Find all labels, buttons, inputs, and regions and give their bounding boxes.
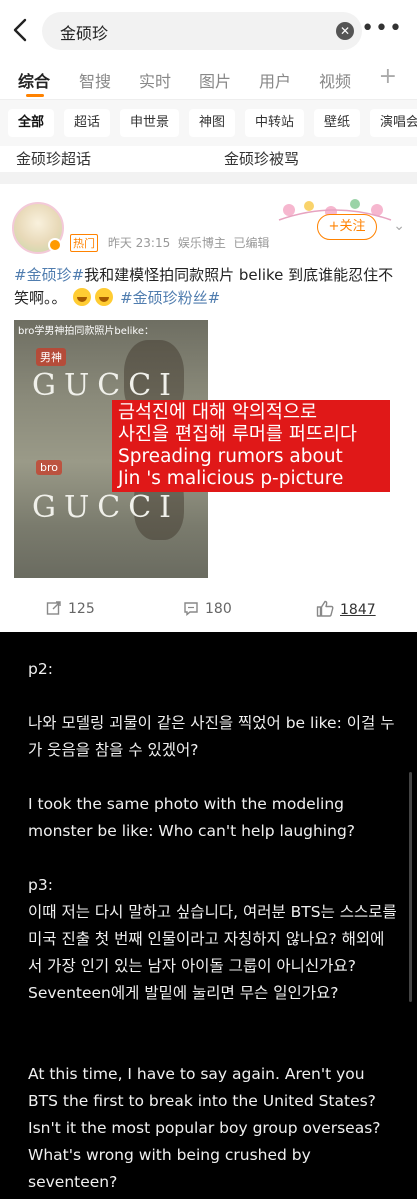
p3-heading: p3: — [28, 876, 53, 894]
tab-videos[interactable]: 视频 — [319, 68, 351, 92]
related-links: 金硕珍超话 金硕珍被骂 — [0, 146, 417, 172]
back-arrow-icon[interactable] — [10, 16, 32, 44]
section-divider — [0, 172, 417, 184]
tab-realtime[interactable]: 实时 — [139, 68, 171, 92]
repost-count: 125 — [68, 601, 95, 617]
like-count: 1847 — [340, 602, 376, 618]
repost-icon — [46, 601, 61, 615]
p3-english: At this time, I have to say again. Aren'… — [28, 1065, 381, 1191]
search-input[interactable]: 金硕珍 ✕ — [42, 12, 362, 50]
related-link-supertopic[interactable]: 金硕珍超话 — [16, 148, 91, 169]
chip-god-image[interactable]: 神图 — [189, 109, 236, 137]
p2-korean: 나와 모델링 괴물이 같은 사진을 찍었어 be like: 이걸 누가 웃음을… — [28, 714, 395, 759]
image-caption: bro学男神拍同款照片belike： — [18, 326, 155, 337]
overlay-line: 사진을 편집해 루머를 퍼뜨리다 — [118, 424, 357, 445]
image-label: 男神 — [36, 348, 66, 366]
hot-tag: 热门 — [70, 234, 98, 252]
chevron-down-icon[interactable]: ⌄ — [393, 218, 405, 234]
follow-button[interactable]: +关注 — [317, 214, 377, 240]
clear-icon[interactable]: ✕ — [336, 22, 354, 40]
comment-button[interactable]: 180 — [183, 600, 232, 617]
brand-text: GUCCI — [32, 490, 180, 525]
add-tab-icon[interactable]: + — [379, 64, 397, 89]
scrollbar[interactable] — [409, 772, 412, 1002]
tab-users[interactable]: 用户 — [259, 68, 291, 92]
brand-text: GUCCI — [32, 368, 180, 403]
chip-relay[interactable]: 中转站 — [245, 109, 305, 137]
overlay-line: Jin 's malicious p-picture — [118, 468, 344, 489]
translation-panel: p2: 나와 모델링 괴물이 같은 사진을 찍었어 be like: 이걸 누가… — [0, 632, 417, 1199]
post-card: 热门 昨天 23:15 娱乐博主 已编辑 +关注 ⌄ #金硕珍#我和建模怪拍同款… — [0, 184, 417, 632]
laughing-emoji-icon — [95, 288, 114, 306]
post-actions: 125 180 1847 — [0, 594, 417, 624]
edited-label: 已编辑 — [233, 236, 270, 250]
thumbs-up-icon — [316, 600, 334, 617]
related-link-criticized[interactable]: 金硕珍被骂 — [224, 148, 299, 169]
more-options-icon[interactable]: ••• — [361, 18, 403, 40]
laughing-emoji-icon — [73, 288, 92, 306]
search-header: 金硕珍 ✕ ••• — [0, 0, 417, 60]
search-tabs: 综合 智搜 实时 图片 用户 视频 + — [0, 60, 417, 100]
p2-heading: p2: — [28, 660, 53, 678]
hashtag-link[interactable]: #金硕珍# — [14, 266, 84, 284]
p2-english: I took the same photo with the modeling … — [28, 795, 356, 840]
chip-shin-sekyung[interactable]: 申世景 — [120, 109, 180, 137]
chip-concert[interactable]: 演唱会 — [370, 109, 417, 137]
like-button[interactable]: 1847 — [316, 600, 376, 618]
tab-comprehensive[interactable]: 综合 — [18, 68, 50, 92]
verified-badge-icon — [48, 238, 62, 252]
search-query[interactable]: 金硕珍 — [60, 20, 108, 44]
chip-supertopic[interactable]: 超话 — [64, 109, 111, 137]
filter-chips: 全部 超话 申世景 神图 中转站 壁纸 演唱会 — [0, 100, 417, 146]
p3-korean: 이때 저는 다시 말하고 싶습니다, 여러분 BTS는 스스로를 미국 진출 첫… — [28, 903, 397, 1002]
chip-all[interactable]: 全部 — [8, 109, 55, 137]
post-time: 昨天 23:15 — [107, 236, 171, 250]
overlay-line: 금석진에 대해 악의적으로 — [118, 402, 317, 423]
post-body: #金硕珍#我和建模怪拍同款照片 belike 到底谁能忍住不笑啊。。 #金硕珍粉… — [14, 264, 406, 310]
tab-images[interactable]: 图片 — [199, 68, 231, 92]
active-tab-indicator — [26, 94, 44, 97]
overlay-line: Spreading rumors about — [118, 446, 343, 467]
translation-overlay: 금석진에 대해 악의적으로 사진을 편집해 루머를 퍼뜨리다 Spreading… — [112, 400, 390, 492]
repost-button[interactable]: 125 — [46, 600, 95, 617]
comment-count: 180 — [205, 601, 232, 617]
comment-icon — [184, 602, 198, 616]
image-label: bro — [36, 460, 62, 475]
post-meta: 热门 昨天 23:15 娱乐博主 已编辑 — [70, 234, 270, 252]
hashtag-link[interactable]: #金硕珍粉丝# — [120, 289, 220, 307]
author-tag: 娱乐博主 — [177, 236, 226, 250]
chip-wallpaper[interactable]: 壁纸 — [314, 109, 361, 137]
tab-smart-search[interactable]: 智搜 — [79, 68, 111, 92]
